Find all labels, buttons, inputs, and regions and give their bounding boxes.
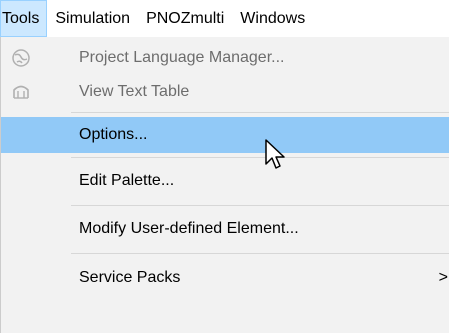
menu-separator: [71, 112, 449, 113]
chevron-right-icon: >: [438, 269, 448, 286]
menu-separator: [71, 253, 449, 254]
menu-item-edit-palette[interactable]: Edit Palette...: [1, 161, 449, 201]
menu-item-project-language-manager[interactable]: Project Language Manager...: [1, 41, 449, 75]
menu-item-view-text-table[interactable]: View Text Table: [1, 75, 449, 109]
text-table-icon: [9, 80, 33, 104]
app-window: Tools Simulation PNOZmulti Windows Proje…: [0, 0, 449, 333]
menu-windows[interactable]: Windows: [232, 0, 313, 37]
menu-tools[interactable]: Tools: [0, 0, 48, 37]
menu-separator: [71, 205, 449, 206]
menu-item-label: Options...: [79, 126, 148, 143]
menu-item-label: Service Packs: [79, 269, 181, 286]
menu-item-label: Modify User-defined Element...: [79, 220, 299, 237]
menu-item-label: View Text Table: [79, 83, 190, 100]
menu-item-service-packs[interactable]: Service Packs >: [1, 258, 449, 298]
menu-item-modify-user-defined-element[interactable]: Modify User-defined Element...: [1, 209, 449, 249]
menu-separator: [71, 157, 449, 158]
menu-pnozmulti[interactable]: PNOZmulti: [138, 0, 232, 37]
mouse-cursor-icon: [265, 139, 285, 169]
menu-item-options[interactable]: Options...: [1, 117, 449, 153]
globe-icon: [9, 46, 33, 70]
menu-item-label: Project Language Manager...: [79, 49, 285, 66]
menu-item-label: Edit Palette...: [79, 172, 175, 189]
tools-dropdown-menu: Project Language Manager... View Text Ta…: [0, 37, 449, 333]
menu-simulation[interactable]: Simulation: [47, 0, 138, 37]
menu-bar: Tools Simulation PNOZmulti Windows: [0, 0, 449, 37]
